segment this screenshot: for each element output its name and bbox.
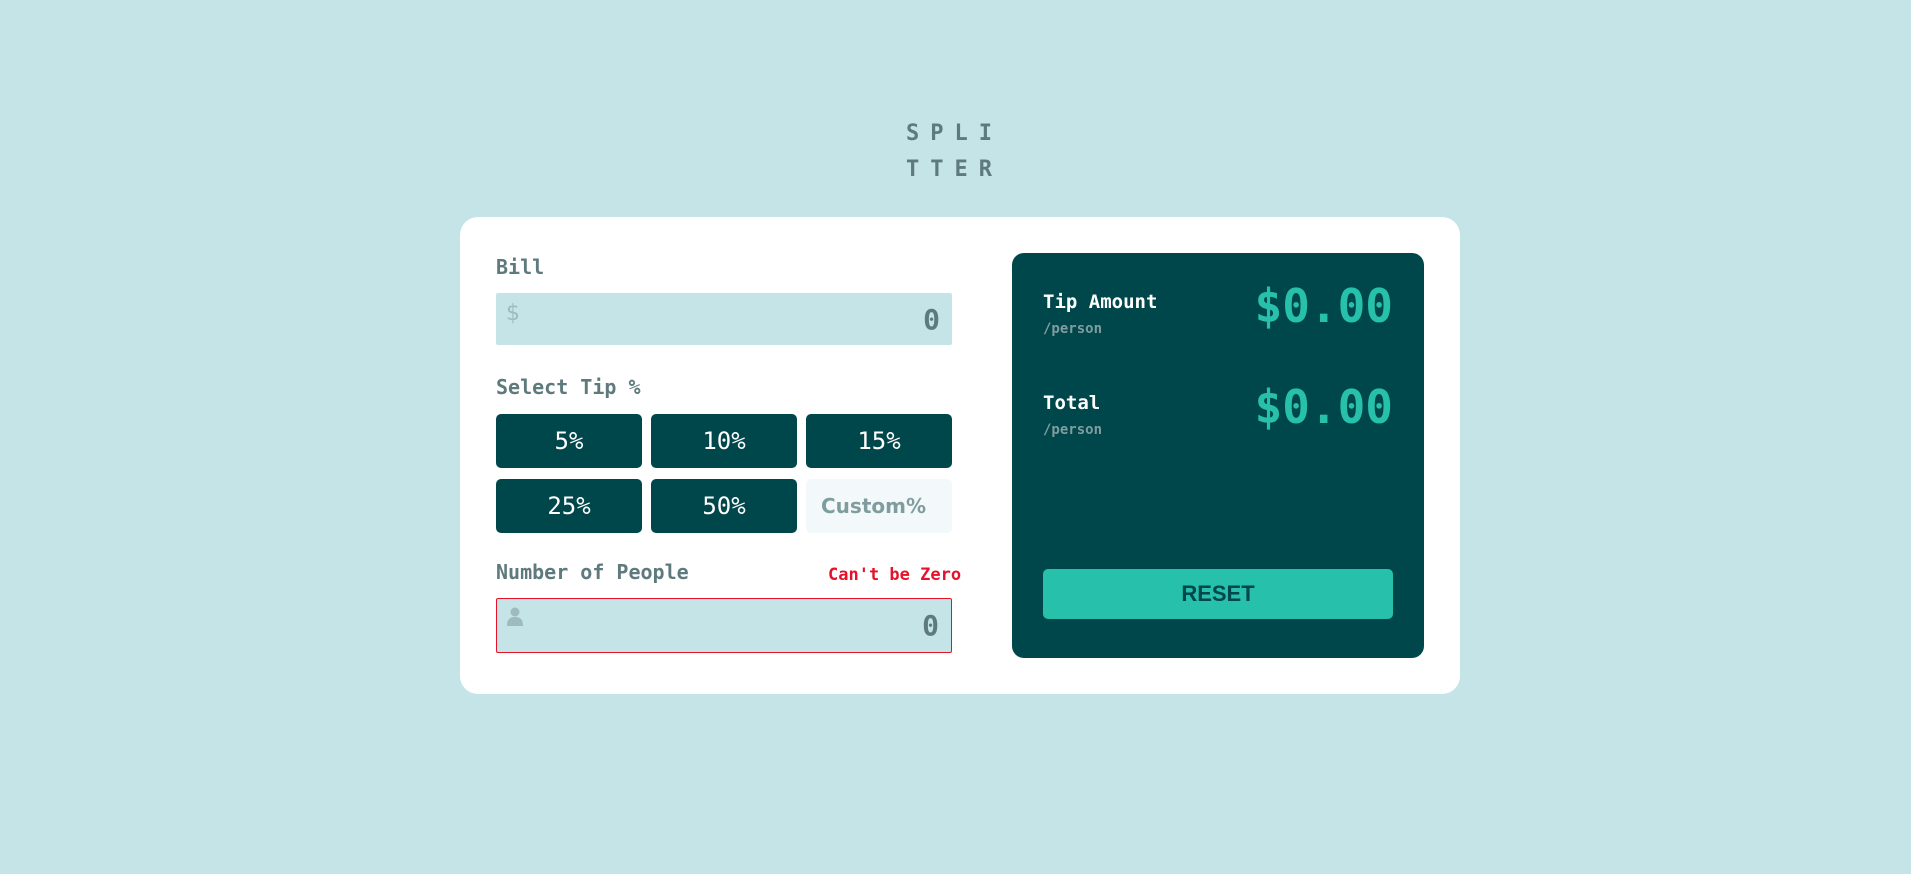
tip-15-button[interactable]: 15% bbox=[806, 414, 952, 468]
tip-amount-value: $0.00 bbox=[1254, 279, 1393, 333]
select-tip-label: Select Tip % bbox=[496, 375, 641, 399]
tip-10-button[interactable]: 10% bbox=[651, 414, 797, 468]
calculator-card: Bill $ Select Tip % 5% 10% 15% 25% 50% N… bbox=[460, 217, 1460, 694]
dollar-icon: $ bbox=[506, 301, 520, 326]
tip-50-button[interactable]: 50% bbox=[651, 479, 797, 533]
total-title: Total bbox=[1043, 392, 1101, 414]
total-per-person: /person bbox=[1043, 422, 1103, 438]
people-error-text: Can't be Zero bbox=[828, 565, 962, 585]
people-label: Number of People bbox=[496, 560, 689, 584]
person-icon bbox=[507, 607, 523, 633]
tip-amount-title: Tip Amount bbox=[1043, 291, 1158, 313]
bill-input[interactable] bbox=[575, 293, 940, 345]
tip-5-button[interactable]: 5% bbox=[496, 414, 642, 468]
results-panel: Tip Amount /person $0.00 Total /person $… bbox=[1012, 253, 1424, 658]
people-field[interactable] bbox=[496, 598, 952, 653]
tip-25-button[interactable]: 25% bbox=[496, 479, 642, 533]
bill-field[interactable]: $ bbox=[496, 293, 952, 345]
people-input[interactable] bbox=[575, 599, 939, 652]
app-logo: SPLITTER bbox=[906, 121, 1003, 182]
reset-button[interactable]: RESET bbox=[1043, 569, 1393, 619]
bill-label: Bill bbox=[496, 255, 545, 279]
custom-tip-input[interactable] bbox=[806, 479, 952, 533]
total-value: $0.00 bbox=[1254, 380, 1393, 434]
tip-amount-per-person: /person bbox=[1043, 321, 1103, 337]
